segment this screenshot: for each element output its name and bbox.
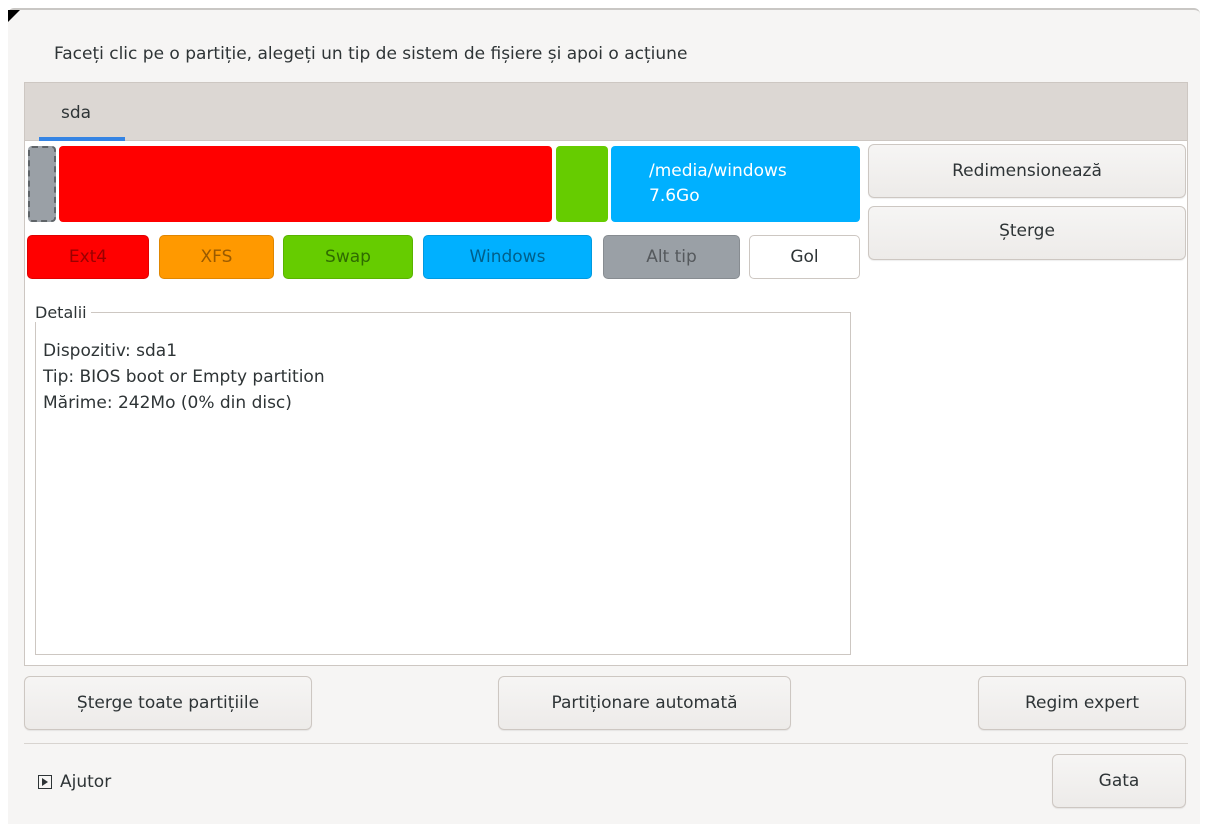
legend-empty-label: Gol	[790, 247, 819, 267]
disk-notebook: sda /media/windows 7.6Go Ext4 XFS Swap W…	[24, 82, 1188, 666]
details-content: Dispozitiv: sda1 Tip: BIOS boot or Empty …	[43, 338, 325, 416]
details-size: Mărime: 242Mo (0% din disc)	[43, 393, 292, 413]
partition-ext4[interactable]	[59, 146, 552, 222]
legend-other-label: Alt tip	[646, 247, 697, 267]
legend-empty[interactable]: Gol	[749, 235, 860, 279]
clear-all-partitions-button[interactable]: Șterge toate partițiile	[24, 676, 312, 730]
expert-mode-label: Regim expert	[1024, 693, 1140, 713]
delete-button[interactable]: Șterge	[868, 206, 1186, 260]
partition-windows-size: 7.6Go	[649, 186, 700, 206]
details-title: Detalii	[35, 303, 91, 322]
legend-ext4[interactable]: Ext4	[27, 235, 149, 279]
partition-swap[interactable]	[556, 146, 608, 222]
auto-partition-label: Partiționare automată	[551, 693, 738, 713]
resize-button-label: Redimensionează	[952, 161, 1102, 181]
done-button[interactable]: Gata	[1052, 754, 1186, 808]
delete-button-label: Șterge	[999, 221, 1055, 241]
legend-ext4-label: Ext4	[68, 247, 108, 267]
expert-mode-button[interactable]: Regim expert	[978, 676, 1186, 730]
done-button-label: Gata	[1098, 771, 1140, 791]
legend-xfs-label: XFS	[200, 247, 233, 267]
legend-windows-label: Windows	[469, 247, 546, 267]
clear-all-partitions-label: Șterge toate partițiile	[76, 693, 260, 713]
details-type: Tip: BIOS boot or Empty partition	[43, 367, 325, 387]
legend-swap[interactable]: Swap	[283, 235, 413, 279]
footer-separator	[24, 743, 1188, 744]
legend-swap-label: Swap	[325, 247, 371, 267]
tab-bar: sda	[25, 83, 1187, 141]
help-label: Ajutor	[60, 772, 112, 792]
tab-sda-label: sda	[61, 103, 92, 123]
partition-windows[interactable]: /media/windows 7.6Go	[611, 146, 860, 222]
partitioning-window: Faceți clic pe o partiție, alegeți un ti…	[8, 8, 1200, 824]
resize-button[interactable]: Redimensionează	[868, 144, 1186, 198]
legend-other[interactable]: Alt tip	[603, 235, 740, 279]
window-corner	[8, 10, 20, 22]
details-device: Dispozitiv: sda1	[43, 341, 178, 361]
expander-arrow-icon	[38, 775, 52, 789]
instruction-text: Faceți clic pe o partiție, alegeți un ti…	[54, 44, 688, 64]
partition-sda1[interactable]	[28, 146, 56, 222]
partition-windows-label: /media/windows 7.6Go	[649, 159, 787, 209]
legend-windows[interactable]: Windows	[423, 235, 592, 279]
partition-windows-mount: /media/windows	[649, 161, 787, 181]
help-expander[interactable]: Ajutor	[38, 772, 111, 792]
auto-partition-button[interactable]: Partiționare automată	[498, 676, 791, 730]
tab-sda[interactable]: sda	[39, 83, 125, 141]
legend-xfs[interactable]: XFS	[159, 235, 274, 279]
